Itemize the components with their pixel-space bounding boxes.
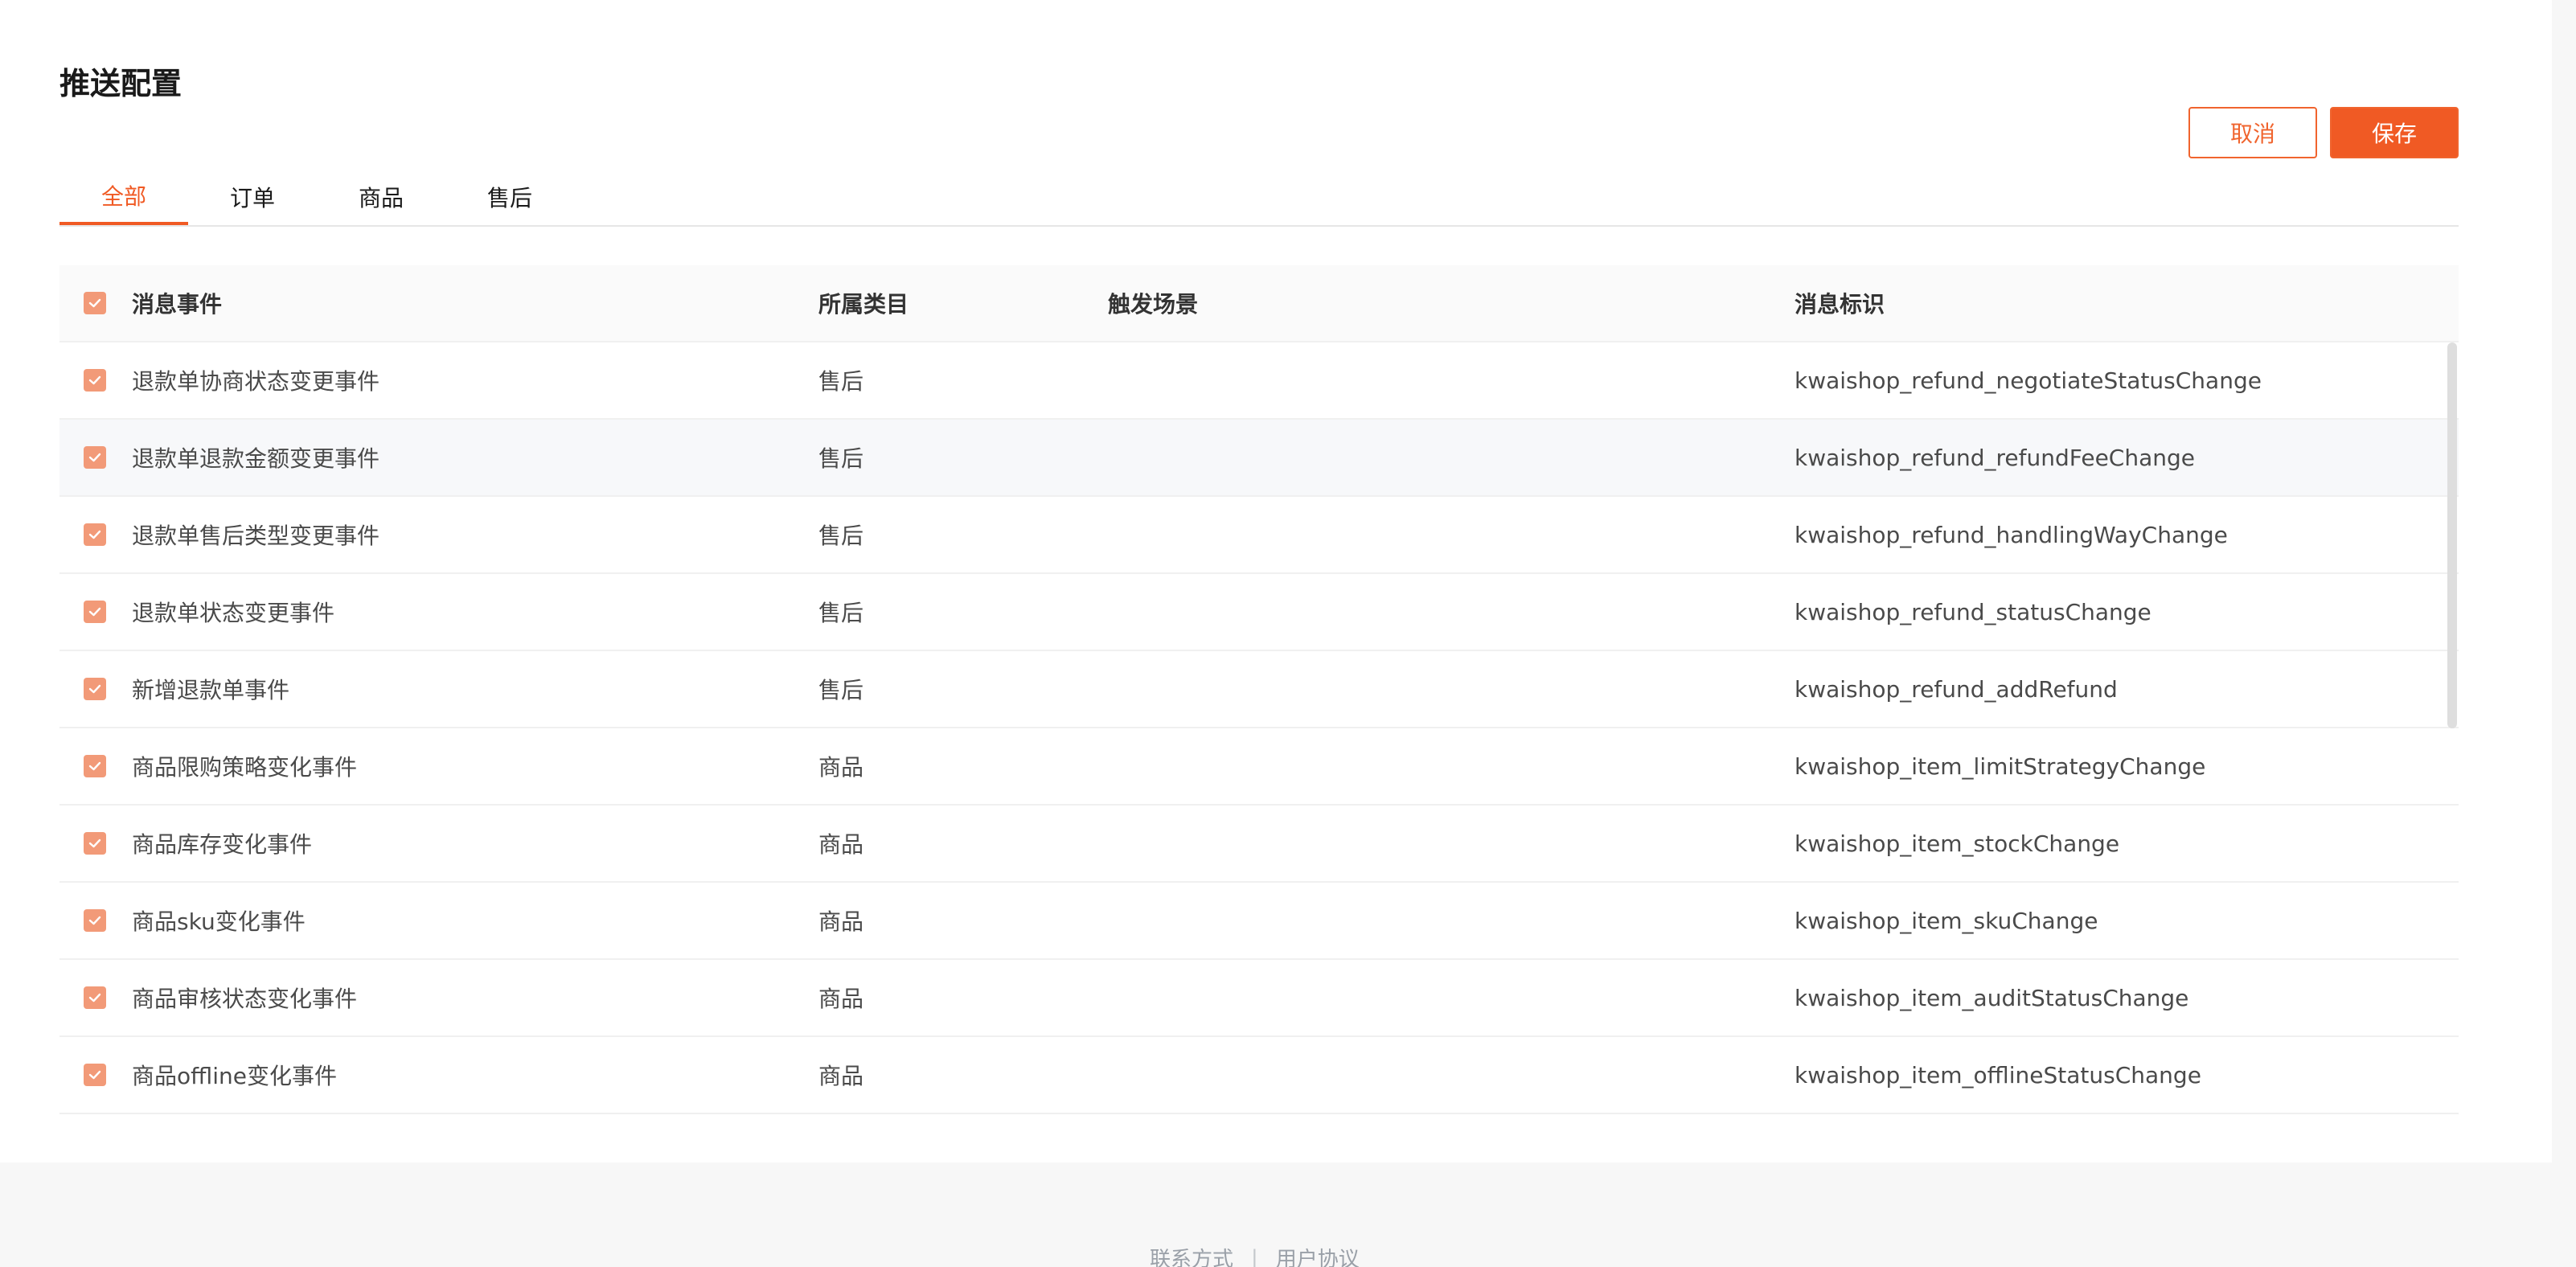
row-checkbox[interactable] bbox=[84, 601, 106, 623]
row-checkbox[interactable] bbox=[84, 1064, 106, 1086]
select-all-cell bbox=[84, 265, 108, 341]
row-select-cell bbox=[84, 342, 108, 418]
category-cell: 商品 bbox=[818, 1063, 864, 1089]
row-select-cell bbox=[84, 574, 108, 650]
contact-link[interactable]: 联系方式 bbox=[1150, 1243, 1233, 1267]
row-select-cell bbox=[84, 1037, 108, 1113]
check-icon bbox=[88, 1070, 101, 1080]
row-checkbox[interactable] bbox=[84, 909, 106, 932]
category-cell: 售后 bbox=[818, 677, 864, 703]
check-icon bbox=[88, 916, 101, 925]
tab-after-sales[interactable]: 售后 bbox=[445, 169, 574, 225]
column-header-scene: 触发场景 bbox=[1108, 291, 1199, 318]
category-cell: 商品 bbox=[818, 908, 864, 935]
footer-links: 联系方式 | 用户协议 bbox=[1150, 1243, 1360, 1267]
message-id-cell: kwaishop_item_auditStatusChange bbox=[1795, 984, 2189, 1011]
message-id-cell: kwaishop_item_skuChange bbox=[1795, 907, 2098, 934]
table-row[interactable]: 退款单退款金额变更事件 售后 kwaishop_refund_refundFeeCh… bbox=[59, 420, 2459, 497]
table-row[interactable]: 商品sku变化事件 商品 kwaishop_item_skuChange bbox=[59, 883, 2459, 960]
category-cell: 商品 bbox=[818, 986, 864, 1012]
page-title: 推送配置 bbox=[59, 66, 183, 101]
check-icon bbox=[88, 298, 101, 308]
row-checkbox[interactable] bbox=[84, 446, 106, 469]
message-id-cell: kwaishop_item_offlineStatusChange bbox=[1795, 1061, 2201, 1089]
push-config-card: 推送配置 取消 保存 全部 订单 商品 售后 消息事件 所属类目 触发场景 消息… bbox=[0, 0, 2552, 1162]
check-icon bbox=[88, 684, 101, 694]
category-cell: 商品 bbox=[818, 754, 864, 781]
event-name-cell: 退款单状态变更事件 bbox=[132, 600, 335, 626]
table-body: 退款单协商状态变更事件 售后 kwaishop_refund_negotiateSt… bbox=[59, 342, 2459, 1114]
event-name-cell: 商品sku变化事件 bbox=[132, 908, 306, 935]
column-header-category: 所属类目 bbox=[818, 291, 909, 318]
event-name-cell: 商品审核状态变化事件 bbox=[132, 986, 358, 1012]
select-all-checkbox[interactable] bbox=[84, 292, 106, 314]
cancel-button[interactable]: 取消 bbox=[2188, 107, 2317, 158]
check-icon bbox=[88, 375, 101, 385]
events-table: 消息事件 所属类目 触发场景 消息标识 退款单协商状态变更事件 售后 kwaisho… bbox=[59, 265, 2459, 1114]
check-icon bbox=[88, 761, 101, 771]
row-checkbox[interactable] bbox=[84, 523, 106, 546]
row-checkbox[interactable] bbox=[84, 755, 106, 777]
check-icon bbox=[88, 839, 101, 848]
event-name-cell: 退款单协商状态变更事件 bbox=[132, 368, 380, 395]
row-select-cell bbox=[84, 497, 108, 572]
table-header: 消息事件 所属类目 触发场景 消息标识 bbox=[59, 265, 2459, 342]
message-id-cell: kwaishop_refund_refundFeeChange bbox=[1795, 444, 2196, 471]
check-icon bbox=[88, 607, 101, 617]
row-select-cell bbox=[84, 960, 108, 1035]
row-checkbox[interactable] bbox=[84, 832, 106, 855]
row-checkbox[interactable] bbox=[84, 369, 106, 392]
row-checkbox[interactable] bbox=[84, 678, 106, 700]
check-icon bbox=[88, 530, 101, 539]
row-select-cell bbox=[84, 728, 108, 804]
message-id-cell: kwaishop_refund_negotiateStatusChange bbox=[1795, 367, 2262, 394]
table-row[interactable]: 退款单协商状态变更事件 售后 kwaishop_refund_negotiateSt… bbox=[59, 342, 2459, 420]
save-button[interactable]: 保存 bbox=[2330, 107, 2459, 158]
event-name-cell: 退款单退款金额变更事件 bbox=[132, 445, 380, 472]
check-icon bbox=[88, 453, 101, 462]
message-id-cell: kwaishop_item_stockChange bbox=[1795, 830, 2120, 857]
table-row[interactable]: 商品审核状态变化事件 商品 kwaishop_item_auditStatusCha… bbox=[59, 960, 2459, 1037]
check-icon bbox=[88, 993, 101, 1003]
event-name-cell: 新增退款单事件 bbox=[132, 677, 290, 703]
category-cell: 售后 bbox=[818, 368, 864, 395]
category-cell: 售后 bbox=[818, 600, 864, 626]
scrollbar-thumb[interactable] bbox=[2447, 342, 2457, 728]
right-gutter bbox=[2552, 0, 2576, 1267]
table-row[interactable]: 退款单售后类型变更事件 售后 kwaishop_refund_handlingWay… bbox=[59, 497, 2459, 574]
row-select-cell bbox=[84, 883, 108, 958]
message-id-cell: kwaishop_refund_statusChange bbox=[1795, 598, 2151, 625]
category-cell: 售后 bbox=[818, 445, 864, 472]
event-name-cell: 商品限购策略变化事件 bbox=[132, 754, 358, 781]
message-id-cell: kwaishop_refund_addRefund bbox=[1795, 675, 2118, 703]
category-tabs: 全部 订单 商品 售后 bbox=[59, 169, 2459, 227]
agreement-link[interactable]: 用户协议 bbox=[1276, 1243, 1360, 1267]
tab-all[interactable]: 全部 bbox=[59, 169, 188, 225]
table-scrollbar[interactable] bbox=[2447, 342, 2457, 1114]
event-name-cell: 商品offline变化事件 bbox=[132, 1063, 337, 1089]
row-checkbox[interactable] bbox=[84, 986, 106, 1009]
table-row[interactable]: 退款单状态变更事件 售后 kwaishop_refund_statusChange bbox=[59, 574, 2459, 651]
event-name-cell: 退款单售后类型变更事件 bbox=[132, 523, 380, 549]
footer: 联系方式 | 用户协议 bbox=[0, 1162, 2552, 1267]
row-select-cell bbox=[84, 651, 108, 727]
tab-products[interactable]: 商品 bbox=[317, 169, 445, 225]
column-header-event: 消息事件 bbox=[132, 291, 223, 318]
row-select-cell bbox=[84, 420, 108, 495]
category-cell: 售后 bbox=[818, 523, 864, 549]
category-cell: 商品 bbox=[818, 831, 864, 858]
table-row[interactable]: 商品限购策略变化事件 商品 kwaishop_item_limitStrategyC… bbox=[59, 728, 2459, 806]
footer-separator: | bbox=[1251, 1245, 1258, 1267]
column-header-id: 消息标识 bbox=[1795, 291, 1885, 318]
table-row[interactable]: 商品库存变化事件 商品 kwaishop_item_stockChange bbox=[59, 806, 2459, 883]
tab-orders[interactable]: 订单 bbox=[188, 169, 317, 225]
message-id-cell: kwaishop_item_limitStrategyChange bbox=[1795, 752, 2206, 780]
event-name-cell: 商品库存变化事件 bbox=[132, 831, 313, 858]
page: 推送配置 取消 保存 全部 订单 商品 售后 消息事件 所属类目 触发场景 消息… bbox=[0, 0, 2576, 1267]
message-id-cell: kwaishop_refund_handlingWayChange bbox=[1795, 521, 2228, 548]
row-select-cell bbox=[84, 806, 108, 881]
table-row[interactable]: 商品offline变化事件 商品 kwaishop_item_offlineStat… bbox=[59, 1037, 2459, 1114]
table-row[interactable]: 新增退款单事件 售后 kwaishop_refund_addRefund bbox=[59, 651, 2459, 728]
